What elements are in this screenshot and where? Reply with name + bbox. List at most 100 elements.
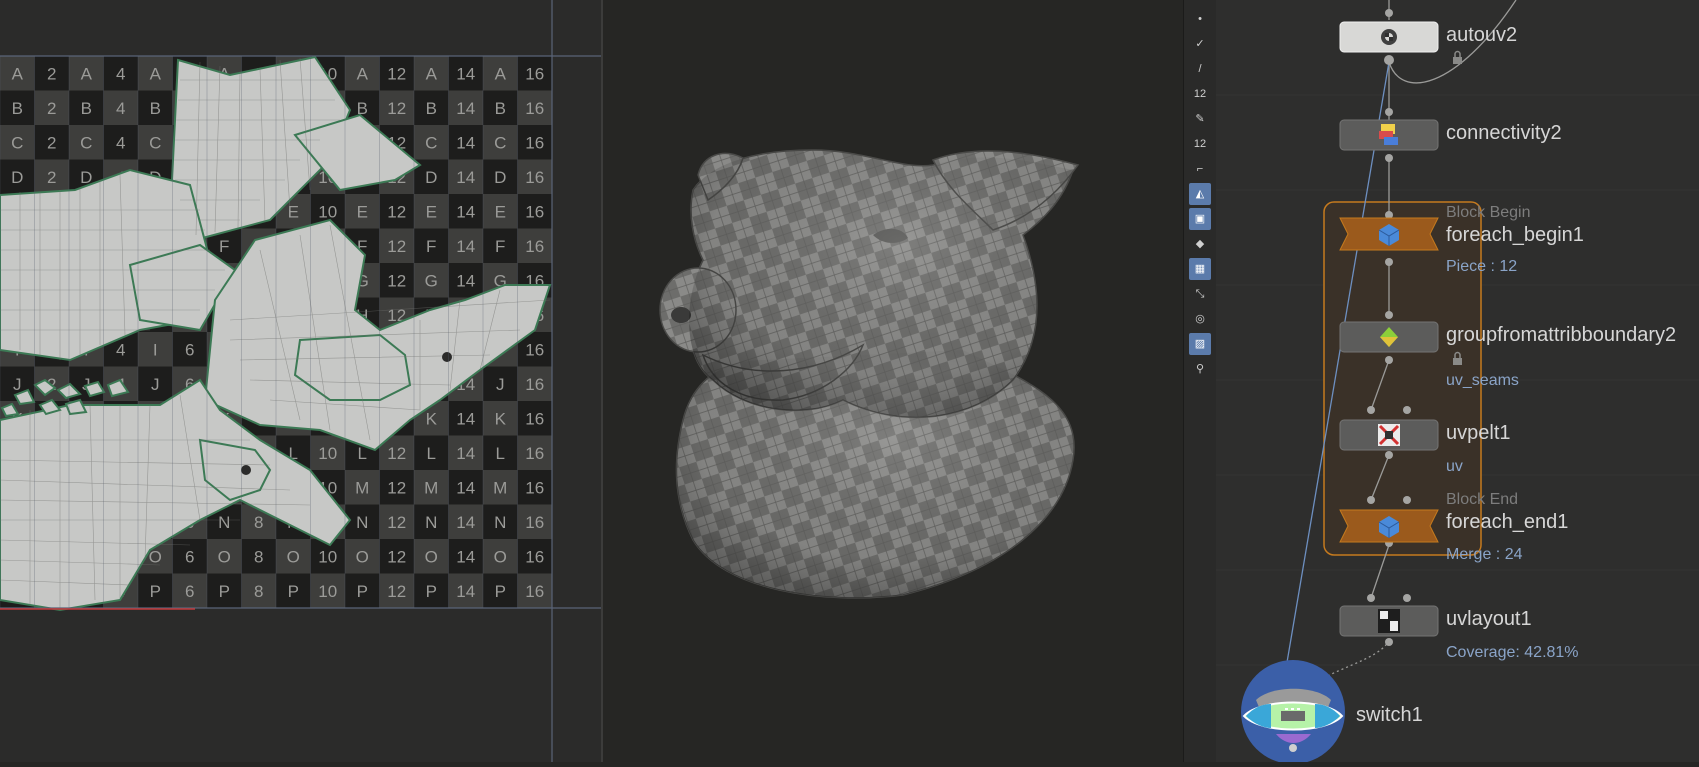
checker-label: M (493, 478, 507, 497)
checker-label: B (150, 99, 161, 118)
checker-label: E (426, 202, 437, 221)
checker-label: 16 (525, 444, 544, 463)
checker-label: C (425, 133, 437, 152)
point-number-icon[interactable]: 12 (1189, 83, 1211, 105)
checker-label: P (357, 582, 368, 601)
checker-label: 10 (318, 202, 337, 221)
checker-label: M (424, 478, 438, 497)
checker-label: D (11, 168, 23, 187)
brush-icon[interactable]: ✓ (1189, 33, 1211, 55)
node-uvlayout1 (1339, 605, 1439, 637)
checker-label: A (81, 64, 93, 83)
checker-label: C (11, 133, 23, 152)
checker-label: 16 (525, 133, 544, 152)
checker-label: 12 (387, 99, 406, 118)
edge-icon[interactable]: ⌐ (1189, 158, 1211, 180)
texture-icon[interactable]: ▦ (1189, 258, 1211, 280)
node-network-editor[interactable]: autouv2 connectivity2 Block Begin foreac… (1216, 0, 1699, 762)
checker-label: 12 (387, 513, 406, 532)
checker-label: 16 (525, 547, 544, 566)
checker-label: 12 (387, 271, 406, 290)
checker-label: 4 (116, 64, 125, 83)
checker-label: 4 (116, 99, 125, 118)
node-label-foreach-end1[interactable]: foreach_end1 (1446, 511, 1568, 534)
checker-label: 14 (456, 64, 475, 83)
checker-label: A (426, 64, 438, 83)
scene-viewport[interactable] (603, 0, 1183, 762)
checker-label: P (426, 582, 437, 601)
wire-icon[interactable]: ▣ (1189, 208, 1211, 230)
checker-label: A (12, 64, 24, 83)
image-icon[interactable]: ▨ (1189, 333, 1211, 355)
node-connectivity2 (1339, 119, 1439, 151)
checker-label: E (357, 202, 368, 221)
checker-label: 14 (456, 513, 475, 532)
checker-label: C (80, 133, 92, 152)
checker-label: 14 (456, 582, 475, 601)
axis-icon[interactable]: ⤡ (1189, 283, 1211, 305)
checker-label: 12 (387, 444, 406, 463)
checker-label: 16 (525, 340, 544, 359)
checker-label: A (357, 64, 369, 83)
checker-label: 2 (47, 64, 56, 83)
uv-viewport[interactable]: A2A4A6A8A10A12A14A16B2B4B6B8B10B12B14B16… (0, 0, 601, 762)
checker-label: B (81, 99, 92, 118)
checker-label: O (425, 547, 438, 566)
ghost-icon[interactable]: ◎ (1189, 308, 1211, 330)
checker-label: O (287, 547, 300, 566)
checker-label: O (356, 547, 369, 566)
dot-icon[interactable]: • (1189, 8, 1211, 30)
node-foreach-end1 (1339, 509, 1439, 543)
node-autouv2 (1339, 21, 1439, 53)
checker-label: 8 (254, 547, 263, 566)
checker-label: 16 (525, 375, 544, 394)
uv-checker-grid: A2A4A6A8A10A12A14A16B2B4B6B8B10B12B14B16… (0, 0, 601, 762)
checker-label: 14 (456, 133, 475, 152)
viewport-tool-shelf: • ✓ / 12 ✎ 12 ⌐ ◭ ▣ ◆ ▦ ⤡ ◎ ▨ ⚲ (1183, 0, 1217, 762)
checker-label: 16 (525, 202, 544, 221)
checker-label: 8 (254, 513, 263, 532)
checker-label: 12 (387, 64, 406, 83)
prim-number-icon[interactable]: 12 (1189, 133, 1211, 155)
checker-label: E (495, 202, 506, 221)
node-label-connectivity2[interactable]: connectivity2 (1446, 122, 1562, 145)
node-info-merge: Merge : 24 (1446, 546, 1523, 563)
checker-label: 2 (47, 99, 56, 118)
checker-label: 8 (254, 582, 263, 601)
node-label-uvlayout1[interactable]: uvlayout1 (1446, 608, 1532, 631)
node-label-foreach-begin1[interactable]: foreach_begin1 (1446, 224, 1584, 247)
checker-label: 10 (318, 582, 337, 601)
checker-label: D (425, 168, 437, 187)
checker-label: 14 (456, 444, 475, 463)
checker-label: P (495, 582, 506, 601)
node-label-switch1[interactable]: switch1 (1356, 704, 1423, 727)
checker-label: F (426, 237, 436, 256)
node-uvpelt1 (1339, 419, 1439, 451)
checker-label: 14 (456, 202, 475, 221)
node-info-uv-seams: uv_seams (1446, 372, 1519, 389)
checker-label: 16 (525, 168, 544, 187)
pen-icon[interactable]: / (1189, 58, 1211, 80)
checker-label: 16 (525, 513, 544, 532)
checker-label: A (495, 64, 507, 83)
checker-label: 12 (387, 547, 406, 566)
diamond-icon[interactable]: ◆ (1189, 233, 1211, 255)
paint-icon[interactable]: ✎ (1189, 108, 1211, 130)
checker-label: K (495, 409, 507, 428)
checker-label: 14 (456, 237, 475, 256)
checker-label: P (150, 582, 161, 601)
checker-label: 12 (387, 582, 406, 601)
checker-label: 10 (318, 444, 337, 463)
checker-label: 14 (456, 409, 475, 428)
pin-icon[interactable]: ⚲ (1189, 358, 1211, 380)
node-label-autouv2[interactable]: autouv2 (1446, 24, 1517, 47)
checker-label: D (494, 168, 506, 187)
checker-label: B (12, 99, 23, 118)
node-label-groupfromattribboundary2[interactable]: groupfromattribboundary2 (1446, 324, 1676, 347)
node-groupfromattribboundary2 (1339, 321, 1439, 353)
checker-label: L (496, 444, 505, 463)
node-label-uvpelt1[interactable]: uvpelt1 (1446, 422, 1511, 445)
block-end-label: Block End (1446, 491, 1519, 508)
checker-label: 16 (525, 582, 544, 601)
shaded-icon[interactable]: ◭ (1189, 183, 1211, 205)
